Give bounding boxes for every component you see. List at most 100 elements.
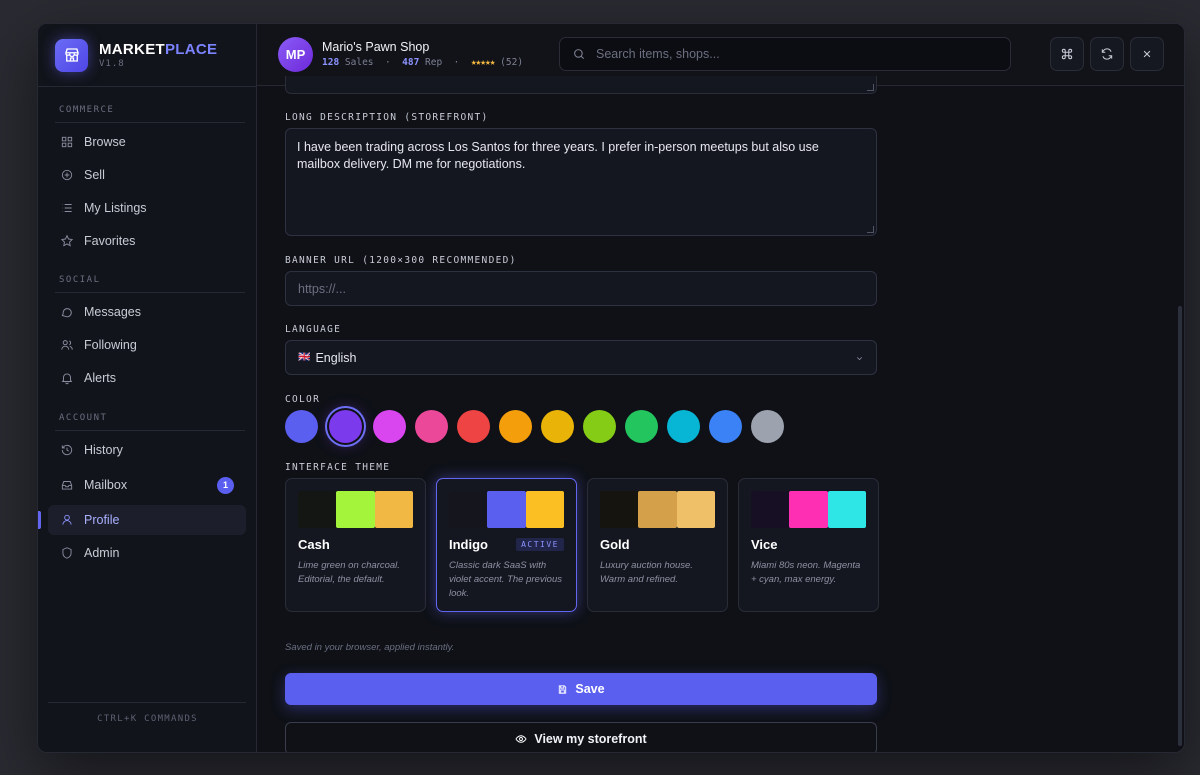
sidebar-item-label: Alerts (84, 371, 116, 385)
short-description-textarea[interactable] (285, 76, 877, 94)
divider (48, 702, 246, 703)
palette-color (789, 491, 828, 528)
bell-icon (61, 373, 73, 385)
close-icon (1143, 50, 1151, 58)
store-logo-icon (55, 38, 88, 72)
save-button[interactable]: Save (285, 673, 877, 705)
sidebar-item-label: Admin (84, 546, 120, 560)
theme-name: Cash (298, 537, 330, 552)
sidebar-item-label: Mailbox (84, 478, 128, 492)
color-swatch[interactable] (457, 410, 490, 443)
long-description-textarea[interactable]: I have been trading across Los Santos fo… (285, 128, 877, 236)
interface-theme-label: INTERFACE THEME (285, 462, 391, 473)
section-label-social: SOCIAL (59, 275, 101, 285)
language-select[interactable]: 🇬🇧 English (285, 340, 877, 375)
long-description-label: LONG DESCRIPTION (STOREFRONT) (285, 112, 489, 123)
theme-description: Classic dark SaaS with violet accent. Th… (449, 560, 563, 599)
command-button[interactable] (1050, 37, 1084, 71)
theme-card-vice[interactable]: Vice Miami 80s neon. Magenta + cyan, max … (738, 478, 879, 612)
sidebar-item-favorites[interactable]: Favorites (48, 226, 246, 256)
sidebar-item-my-listings[interactable]: My Listings (48, 193, 246, 223)
flag-icon: 🇬🇧 (298, 352, 311, 363)
save-label: Save (575, 682, 605, 696)
sidebar-item-messages[interactable]: Messages (48, 297, 246, 327)
shop-stats: 128 Sales · 487 Rep · ★★★★★ (52) (322, 57, 524, 68)
palette-color (525, 491, 564, 528)
active-theme-badge: ACTIVE (516, 538, 564, 551)
plus-circle-icon (61, 169, 73, 181)
color-swatch[interactable] (751, 410, 784, 443)
avatar[interactable]: MP (278, 37, 313, 72)
color-swatch[interactable] (625, 410, 658, 443)
inbox-icon (61, 481, 73, 490)
palette-color (827, 491, 866, 528)
color-swatch[interactable] (329, 410, 362, 443)
theme-card-gold[interactable]: Gold Luxury auction house. Warm and refin… (587, 478, 728, 612)
brand[interactable]: MARKETPLACE V1.8 (55, 38, 217, 72)
save-icon (559, 684, 567, 694)
search-input[interactable] (596, 47, 976, 61)
review-count: (52) (500, 57, 524, 68)
language-value: English (315, 350, 357, 365)
theme-palette (751, 491, 866, 528)
scrollbar[interactable] (1178, 306, 1182, 746)
theme-description: Lime green on charcoal. Editorial, the d… (298, 560, 400, 585)
search-bar (559, 37, 1011, 71)
sales-label: Sales (344, 57, 374, 68)
color-swatch[interactable] (583, 410, 616, 443)
sidebar-item-alerts[interactable]: Alerts (48, 363, 246, 393)
palette-color (600, 491, 639, 528)
color-swatch[interactable] (415, 410, 448, 443)
storefront-label: View my storefront (534, 731, 647, 746)
eye-icon (515, 734, 527, 743)
color-swatch[interactable] (709, 410, 742, 443)
banner-url-input[interactable] (285, 271, 877, 306)
sidebar-item-label: Favorites (84, 234, 136, 248)
rep-count: 487 (402, 57, 420, 68)
theme-card-cash[interactable]: Cash Lime green on charcoal. Editorial, t… (285, 478, 426, 612)
color-label: COLOR (285, 394, 321, 405)
close-button[interactable] (1130, 37, 1164, 71)
color-swatch[interactable] (541, 410, 574, 443)
refresh-button[interactable] (1090, 37, 1124, 71)
profile-form: LONG DESCRIPTION (STOREFRONT) I have bee… (257, 76, 1184, 752)
language-label: LANGUAGE (285, 324, 342, 335)
grid-icon (61, 136, 73, 148)
sidebar-item-following[interactable]: Following (48, 330, 246, 360)
color-swatch[interactable] (373, 410, 406, 443)
rating-stars: ★★★★★ (470, 57, 496, 68)
theme-name: Gold (600, 537, 630, 552)
palette-color (676, 491, 715, 528)
resize-handle[interactable] (867, 84, 874, 91)
theme-card-indigo[interactable]: Indigo ACTIVE Classic dark SaaS with viole… (436, 478, 577, 612)
banner-url-label: BANNER URL (1200×300 RECOMMENDED) (285, 255, 517, 266)
sidebar-item-profile[interactable]: Profile (48, 505, 246, 535)
sidebar-item-sell[interactable]: Sell (48, 160, 246, 190)
theme-palette (449, 491, 564, 528)
view-storefront-button[interactable]: View my storefront (285, 722, 877, 752)
chat-icon (61, 308, 72, 318)
color-swatch[interactable] (499, 410, 532, 443)
shop-name: Mario's Pawn Shop (322, 40, 430, 54)
unread-badge: 1 (217, 476, 234, 494)
divider (55, 292, 245, 293)
saved-note: Saved in your browser, applied instantly… (285, 642, 455, 653)
divider (55, 430, 245, 431)
sidebar-item-history[interactable]: History (48, 435, 246, 465)
palette-color (298, 491, 337, 528)
divider (38, 86, 257, 87)
resize-handle[interactable] (867, 226, 874, 233)
divider (55, 122, 245, 123)
command-icon (1061, 48, 1073, 60)
palette-color (487, 491, 526, 528)
sidebar-item-label: My Listings (84, 201, 147, 215)
palette-color (449, 491, 488, 528)
sidebar: MARKETPLACE V1.8 COMMERCE Browse Sell My… (38, 24, 257, 752)
color-swatch[interactable] (667, 410, 700, 443)
sidebar-item-admin[interactable]: Admin (48, 538, 246, 568)
star-icon (60, 234, 74, 247)
color-swatch[interactable] (285, 410, 318, 443)
sidebar-item-mailbox[interactable]: Mailbox 1 (48, 470, 246, 500)
theme-description: Luxury auction house. Warm and refined. (600, 560, 693, 585)
sidebar-item-browse[interactable]: Browse (48, 127, 246, 157)
